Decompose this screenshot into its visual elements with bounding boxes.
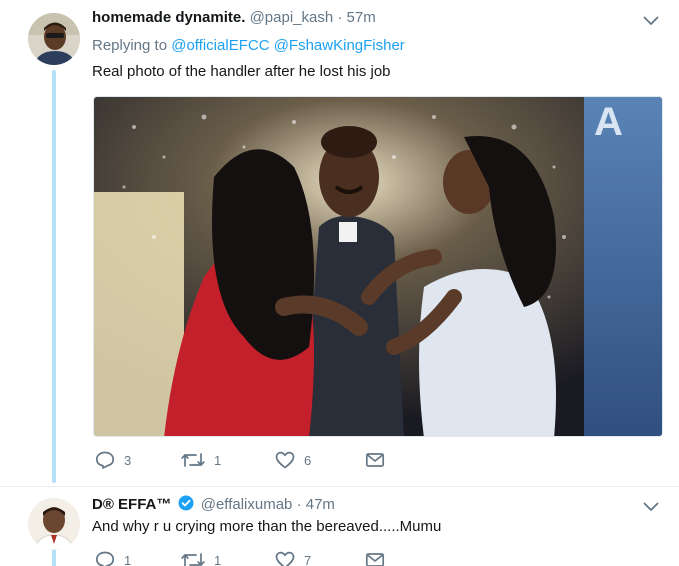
like-count: 7	[304, 552, 312, 566]
tweet-photo[interactable]: A	[93, 96, 663, 437]
avatar[interactable]	[28, 13, 80, 65]
direct-message-button[interactable]	[365, 451, 385, 469]
thread-connector-line	[52, 550, 56, 566]
tweet-header: D® EFFA™ @effalixumab · 47m	[92, 495, 335, 515]
mention-link[interactable]: @officialEFCC	[171, 37, 269, 54]
retweet-icon	[181, 551, 205, 566]
heart-icon	[275, 451, 295, 469]
replying-to: Replying to @officialEFCC @FshawKingFish…	[92, 37, 405, 54]
verified-badge-icon	[178, 495, 194, 515]
tweet: homemade dynamite. @papi_kash · 57m Repl…	[0, 0, 679, 486]
reply-icon	[95, 451, 115, 469]
tweet-header: homemade dynamite. @papi_kash · 57m	[92, 9, 376, 26]
retweet-button[interactable]: 1	[181, 551, 221, 566]
reply-count: 1	[124, 552, 132, 566]
reply-icon	[95, 551, 115, 566]
avatar[interactable]	[28, 498, 80, 550]
direct-message-button[interactable]	[365, 551, 385, 566]
timestamp[interactable]: 57m	[347, 9, 376, 26]
reply-button[interactable]: 3	[95, 451, 131, 469]
heart-icon	[275, 551, 295, 566]
direct-message-icon	[365, 451, 385, 469]
replying-to-label: Replying to	[92, 37, 168, 54]
separator: ·	[296, 496, 302, 513]
tweet-text: Real photo of the handler after he lost …	[92, 63, 391, 80]
chevron-down-icon[interactable]	[643, 499, 659, 511]
retweet-count: 1	[214, 452, 222, 468]
like-button[interactable]: 7	[275, 551, 311, 566]
like-button[interactable]: 6	[275, 451, 311, 469]
retweet-count: 1	[214, 552, 222, 566]
retweet-icon	[181, 451, 205, 469]
timestamp[interactable]: 47m	[306, 496, 335, 513]
retweet-button[interactable]: 1	[181, 451, 221, 469]
user-handle[interactable]: @papi_kash	[250, 9, 334, 26]
svg-text:A: A	[594, 100, 623, 144]
mention-link[interactable]: @FshawKingFisher	[274, 37, 405, 54]
user-handle[interactable]: @effalixumab	[201, 496, 293, 513]
separator: ·	[337, 9, 343, 26]
tweet-text: And why r u crying more than the bereave…	[92, 518, 442, 535]
display-name[interactable]: D® EFFA™	[92, 496, 171, 513]
reply-button[interactable]: 1	[95, 551, 131, 566]
like-count: 6	[304, 452, 312, 468]
display-name[interactable]: homemade dynamite.	[92, 9, 245, 26]
chevron-down-icon[interactable]	[643, 13, 659, 25]
direct-message-icon	[365, 551, 385, 566]
reply-count: 3	[124, 452, 132, 468]
